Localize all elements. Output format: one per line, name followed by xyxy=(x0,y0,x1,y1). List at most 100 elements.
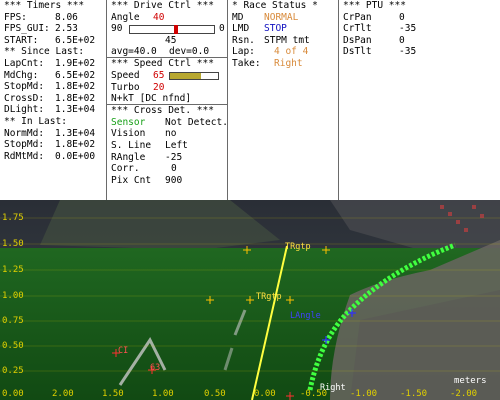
ptu-value: -35 xyxy=(399,46,417,58)
since-label: CrossD: xyxy=(4,92,45,104)
marker-ci-label: CI xyxy=(118,346,129,356)
fps-value: 8.06 xyxy=(55,11,78,23)
in-last-value: 0.0E+00 xyxy=(55,150,96,162)
marker-number-label: 63 xyxy=(150,363,161,373)
since-label: MdChg: xyxy=(4,69,39,81)
x-tick-label: -1.50 xyxy=(400,389,428,399)
since-label: LapCnt: xyxy=(4,57,45,69)
ptu-label: DsTlt xyxy=(343,46,372,58)
speed-bar-fill xyxy=(170,72,202,79)
y-tick-label: 1.00 xyxy=(2,291,24,301)
in-last-label: NormMd: xyxy=(4,127,45,139)
slider-mid-label: 45 xyxy=(165,34,177,46)
x-tick-label: -1.00 xyxy=(350,389,378,399)
since-value: 1.8E+02 xyxy=(55,81,96,93)
fps-gui-value: 2.53 xyxy=(55,23,78,35)
start-value: 6.5E+02 xyxy=(55,34,96,46)
y-tick-label: 1.25 xyxy=(2,265,24,275)
vision-value: no xyxy=(165,128,177,140)
right-label: Right xyxy=(320,383,346,393)
cross-det-title: *** Cross Det. *** xyxy=(111,105,214,117)
y-tick-label: 1.50 xyxy=(2,239,24,249)
start-label: START: xyxy=(4,34,39,46)
telemetry-panel: *** Timers *** FPS: 8.06 FPS_GUI: 2.53 STA… xyxy=(0,0,500,200)
y-tick-label: 0.00 xyxy=(2,389,24,399)
camera-overlay xyxy=(0,200,500,400)
x-tick-label: 0.00 xyxy=(254,389,276,399)
lap-value: 4 of 4 xyxy=(274,46,309,58)
timers-column: *** Timers *** FPS: 8.06 FPS_GUI: 2.53 STA… xyxy=(0,0,106,200)
turbo-value: 20 xyxy=(153,81,165,93)
take-label: Take: xyxy=(232,57,261,69)
rsn-value: STPM tmt xyxy=(264,34,310,46)
y-tick-label: 1.75 xyxy=(2,213,24,223)
rsn-label: Rsn. xyxy=(232,34,255,46)
ptu-column: *** PTU *** CrPan 0 CrTlt -35 DsPan 0 DsTlt… xyxy=(339,0,500,200)
target-upper-label: TRgtp xyxy=(285,242,311,252)
corr-value: 0 xyxy=(171,163,177,175)
in-last-value: 1.3E+04 xyxy=(55,127,96,139)
ptu-label: CrPan xyxy=(343,11,372,23)
since-last-title: ** Since Last: xyxy=(4,46,85,58)
in-last-label: RdMtMd: xyxy=(4,150,45,162)
ptu-label: DsPan xyxy=(343,34,372,46)
langle-label: LAngle xyxy=(290,311,321,321)
rangle-value: -25 xyxy=(165,151,183,163)
race-status-title: * Race Status * xyxy=(232,0,318,11)
slider-max-label: 0 xyxy=(219,23,225,35)
corr-label: Corr. xyxy=(111,163,140,175)
speed-value: 65 xyxy=(153,69,165,81)
timers-title: *** Timers *** xyxy=(4,0,85,11)
camera-view: 1.75 1.50 1.25 1.00 0.75 0.50 0.25 0.00 … xyxy=(0,200,500,400)
since-value: 1.9E+02 xyxy=(55,57,96,69)
sline-label: S. Line xyxy=(111,139,152,151)
md-label: MD xyxy=(232,11,244,23)
fps-gui-label: FPS_GUI: xyxy=(4,23,50,35)
pix-count-label: Pix Cnt xyxy=(111,174,152,186)
in-last-title: ** In Last: xyxy=(4,115,67,127)
speed-bar xyxy=(169,71,219,80)
turbo-label: Turbo xyxy=(111,81,140,93)
in-last-label: StopMd: xyxy=(4,139,45,151)
since-label: DLight: xyxy=(4,104,45,116)
sensor-value: Not Detect. xyxy=(165,116,228,128)
fps-label: FPS: xyxy=(4,11,27,23)
angle-dev: dev=0.0 xyxy=(169,46,210,58)
x-tick-label: 1.50 xyxy=(102,389,124,399)
units-label: meters xyxy=(454,376,487,386)
angle-avg: avg=40.0 xyxy=(111,46,157,58)
since-value: 1.3E+04 xyxy=(55,104,96,116)
lmd-label: LMD xyxy=(232,23,250,35)
ptu-value: 0 xyxy=(399,34,405,46)
angle-slider-thumb[interactable] xyxy=(174,25,178,35)
x-tick-label: -2.00 xyxy=(450,389,478,399)
since-value: 1.8E+02 xyxy=(55,92,96,104)
x-tick-label: 2.00 xyxy=(52,389,74,399)
drive-column: *** Drive Ctrl *** Angle 40 90 0 45 avg=4… xyxy=(107,0,228,200)
x-tick-label: 0.50 xyxy=(204,389,226,399)
since-label: StopMd: xyxy=(4,81,45,93)
y-tick-label: 0.25 xyxy=(2,366,24,376)
angle-label: Angle xyxy=(111,11,140,23)
speed-ctrl-title: *** Speed Ctrl *** xyxy=(111,58,214,70)
pix-count-value: 900 xyxy=(165,174,183,186)
sline-value: Left xyxy=(165,139,188,151)
race-status-column: * Race Status * MD NORMAL LMD STOP Rsn. STP… xyxy=(228,0,338,200)
ptu-label: CrTlt xyxy=(343,23,372,35)
ptu-value: -35 xyxy=(399,23,417,35)
y-tick-label: 0.50 xyxy=(2,341,24,351)
x-tick-label: 1.00 xyxy=(152,389,174,399)
since-value: 6.5E+02 xyxy=(55,69,96,81)
drive-ctrl-title: *** Drive Ctrl *** xyxy=(111,0,214,11)
rangle-label: RAngle xyxy=(111,151,146,163)
angle-slider[interactable] xyxy=(129,25,215,35)
vision-label: Vision xyxy=(111,128,146,140)
md-value: NORMAL xyxy=(264,11,299,23)
target-lower-label: TRgtp xyxy=(256,292,282,302)
angle-value: 40 xyxy=(153,11,165,23)
speed-label: Speed xyxy=(111,69,140,81)
ptu-title: *** PTU *** xyxy=(343,0,406,11)
y-tick-label: 0.75 xyxy=(2,316,24,326)
lmd-value: STOP xyxy=(264,23,287,35)
in-last-value: 1.8E+02 xyxy=(55,139,96,151)
